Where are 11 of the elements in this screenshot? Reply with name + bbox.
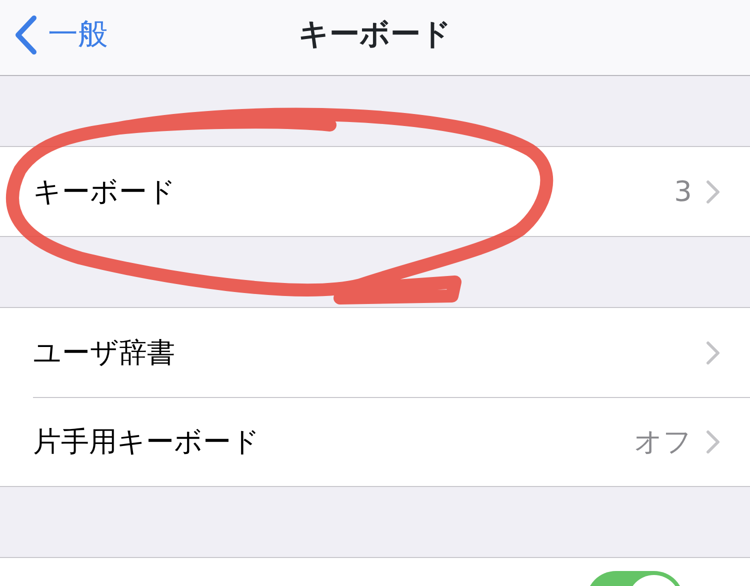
setting-label: ユーザ辞書 bbox=[33, 334, 175, 370]
setting-label: キーボード bbox=[33, 174, 176, 210]
chevron-right-icon bbox=[706, 340, 720, 364]
back-button[interactable]: 一般 bbox=[14, 12, 108, 57]
chevron-right-icon bbox=[706, 430, 720, 454]
screen-title: キーボード bbox=[298, 16, 452, 54]
setting-value: オフ bbox=[634, 424, 692, 460]
chevron-right-icon bbox=[706, 180, 720, 204]
setting-value: 3 bbox=[674, 174, 692, 210]
setting-label: 片手用キーボード bbox=[33, 424, 260, 460]
chevron-left-icon bbox=[14, 14, 38, 54]
